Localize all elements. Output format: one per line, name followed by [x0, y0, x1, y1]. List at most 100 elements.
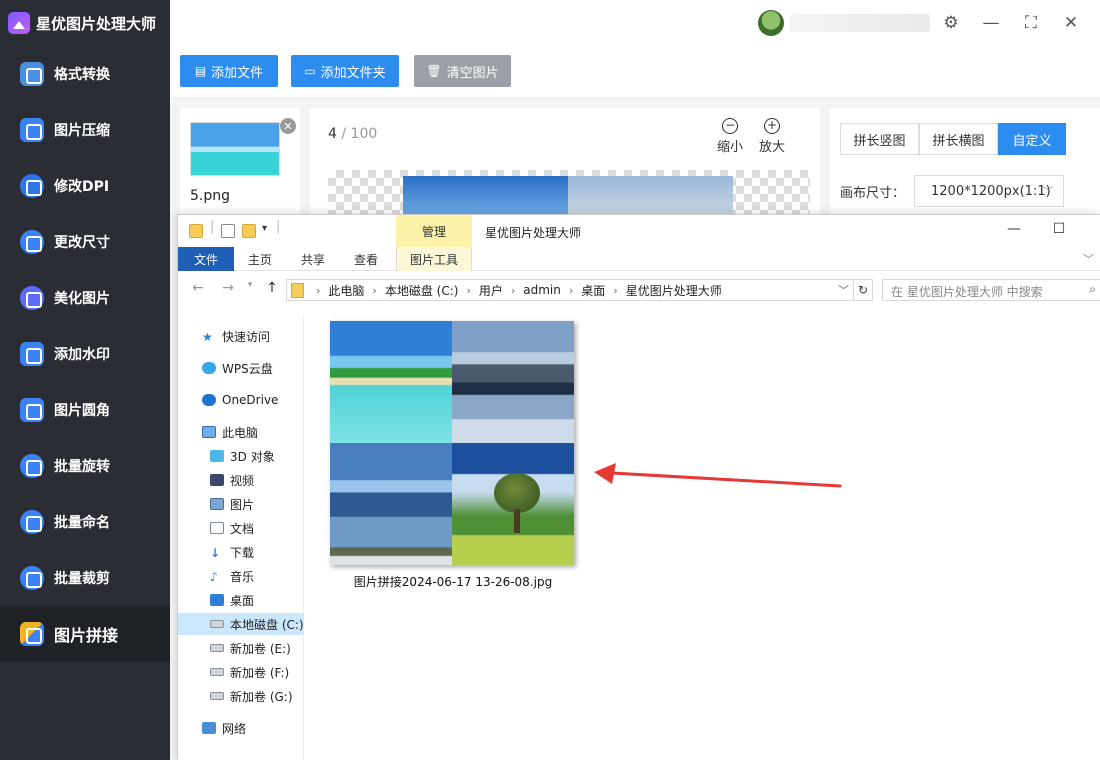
nav-item-beautify[interactable]: 美化图片 [0, 270, 170, 326]
music-icon: ♪ [210, 570, 218, 584]
breadcrumb-desktop[interactable]: 桌面 [577, 282, 609, 299]
mode-vertical-button[interactable]: 拼长竖图 [840, 123, 919, 155]
nav-node-label: 桌面 [230, 593, 255, 608]
nav-item-watermark[interactable]: 添加水印 [0, 326, 170, 382]
video-icon [210, 474, 224, 486]
mode-custom-button[interactable]: 自定义 [998, 123, 1066, 155]
add-folder-button[interactable]: ▭ 添加文件夹 [291, 55, 399, 87]
avatar[interactable] [758, 10, 784, 36]
breadcrumb-current-folder[interactable]: 星优图片处理大师 [622, 282, 726, 299]
back-arrow-icon[interactable]: ← [188, 280, 208, 300]
properties-icon[interactable] [221, 224, 235, 238]
nav-pictures[interactable]: 图片 [210, 493, 254, 515]
nav-volume-e[interactable]: 新加卷 (E:) [210, 637, 291, 659]
nav-network[interactable]: 网络 [202, 717, 246, 739]
breadcrumb-admin[interactable]: admin [519, 283, 565, 297]
nav-wps-cloud[interactable]: WPS云盘 [202, 357, 273, 379]
minimize-icon[interactable]: — [1004, 221, 1024, 241]
zoom-out-button[interactable]: − 缩小 [710, 118, 750, 155]
address-bar[interactable]: › 此电脑 › 本地磁盘 (C:) › 用户 › admin › 桌面 › 星优… [286, 279, 854, 301]
nav-item-label: 更改尺寸 [54, 235, 110, 251]
breadcrumb-drive-c[interactable]: 本地磁盘 (C:) [381, 282, 463, 299]
nav-downloads[interactable]: ↓ 下载 [210, 541, 254, 563]
rename-icon [20, 510, 44, 534]
remove-thumbnail-icon[interactable]: ✕ [280, 118, 296, 134]
nav-volume-f[interactable]: 新加卷 (F:) [210, 661, 289, 683]
chevron-right-icon: › [372, 283, 377, 297]
up-arrow-icon[interactable]: ↑ [262, 280, 282, 300]
maximize-icon[interactable]: ☐ [1049, 221, 1069, 241]
picture-icon [210, 498, 224, 510]
nav-item-label: 修改DPI [54, 179, 110, 195]
app-topbar: ⚙ — ⛶ ✕ [170, 0, 1100, 46]
nav-item-format-convert[interactable]: 格式转换 [0, 46, 170, 102]
zoom-in-button[interactable]: + 放大 [752, 118, 792, 155]
nav-item-round-corner[interactable]: 图片圆角 [0, 382, 170, 438]
tab-file[interactable]: 文件 [178, 247, 234, 271]
nav-node-label: 快速访问 [222, 329, 271, 344]
app-title: 星优图片处理大师 [36, 14, 157, 33]
network-icon [202, 722, 216, 734]
chevron-right-icon: › [466, 283, 471, 297]
nav-item-label: 格式转换 [54, 67, 110, 83]
breadcrumb-this-pc[interactable]: 此电脑 [324, 282, 368, 299]
tab-picture-tools[interactable]: 图片工具 [396, 247, 472, 271]
ribbon-expand-icon[interactable]: ﹀ [1083, 251, 1094, 267]
nav-3d-objects[interactable]: 3D 对象 [210, 445, 275, 467]
fullscreen-icon[interactable]: ⛶ [1020, 12, 1042, 34]
nav-node-label: 新加卷 (F:) [230, 665, 290, 680]
mode-horizontal-button[interactable]: 拼长横图 [919, 123, 998, 155]
address-dropdown-icon[interactable]: ﹀ [838, 282, 849, 298]
address-row: ← → ▾ ↑ › 此电脑 › 本地磁盘 (C:) › 用户 › admin ›… [178, 275, 1100, 305]
quick-access-dropdown-icon[interactable]: ▾ [262, 223, 267, 234]
tab-share[interactable]: 共享 [286, 247, 340, 271]
nav-videos[interactable]: 视频 [210, 469, 254, 491]
nav-local-disk-c[interactable]: 本地磁盘 (C:) [178, 613, 304, 635]
refresh-icon[interactable]: ↻ [853, 279, 873, 301]
folder-icon[interactable] [189, 224, 203, 238]
new-folder-icon[interactable] [242, 224, 256, 238]
manage-tab[interactable]: 管理 [396, 215, 472, 247]
nav-desktop[interactable]: 桌面 [210, 589, 254, 611]
search-input[interactable]: 在 星优图片处理大师 中搜索 ⌕ [882, 279, 1100, 301]
trash-icon: 🗑 [426, 64, 442, 78]
nav-item-crop[interactable]: 批量裁剪 [0, 550, 170, 606]
document-icon [210, 522, 224, 534]
nav-item-compress[interactable]: 图片压缩 [0, 102, 170, 158]
add-file-button[interactable]: ▤ 添加文件 [180, 55, 278, 87]
canvas-size-select[interactable]: 1200*1200px(1:1) ﹀ [914, 175, 1064, 207]
close-icon[interactable]: ✕ [1060, 12, 1082, 34]
nav-item-label: 添加水印 [54, 347, 110, 363]
chevron-right-icon: › [316, 283, 321, 297]
settings-icon[interactable]: ⚙ [940, 12, 962, 34]
nav-item-stitch[interactable]: 图片拼接 [0, 606, 170, 662]
image-thumbnail[interactable] [190, 122, 280, 176]
nav-item-rename[interactable]: 批量命名 [0, 494, 170, 550]
rotate-icon [20, 454, 44, 478]
nav-item-dpi[interactable]: 修改DPI [0, 158, 170, 214]
nav-node-label: 下载 [230, 545, 255, 560]
compress-icon [20, 118, 44, 142]
nav-onedrive[interactable]: OneDrive [202, 389, 278, 411]
clear-images-button[interactable]: 🗑 清空图片 [414, 55, 511, 87]
nav-node-label: 此电脑 [222, 425, 259, 440]
nav-documents[interactable]: 文档 [210, 517, 254, 539]
nav-quick-access[interactable]: ★ 快速访问 [202, 325, 270, 347]
tab-view[interactable]: 查看 [340, 247, 392, 271]
tab-home[interactable]: 主页 [234, 247, 286, 271]
nav-this-pc[interactable]: 此电脑 [202, 421, 258, 443]
nav-volume-g[interactable]: 新加卷 (G:) [210, 685, 293, 707]
minimize-icon[interactable]: — [980, 12, 1002, 34]
nav-item-rotate[interactable]: 批量旋转 [0, 438, 170, 494]
counter-total: 100 [350, 126, 378, 142]
nav-item-resize[interactable]: 更改尺寸 [0, 214, 170, 270]
nav-node-label: 文档 [230, 521, 255, 536]
forward-arrow-icon[interactable]: → [218, 280, 238, 300]
annotation-arrow-icon [594, 463, 842, 488]
nav-music[interactable]: ♪ 音乐 [210, 565, 254, 587]
breadcrumb-users[interactable]: 用户 [475, 282, 507, 299]
nav-node-label: OneDrive [222, 393, 279, 407]
tree-trunk [514, 509, 520, 533]
recent-dropdown-icon[interactable]: ▾ [240, 280, 260, 300]
app-toolbar: ▤ 添加文件 ▭ 添加文件夹 🗑 清空图片 [170, 46, 1100, 98]
